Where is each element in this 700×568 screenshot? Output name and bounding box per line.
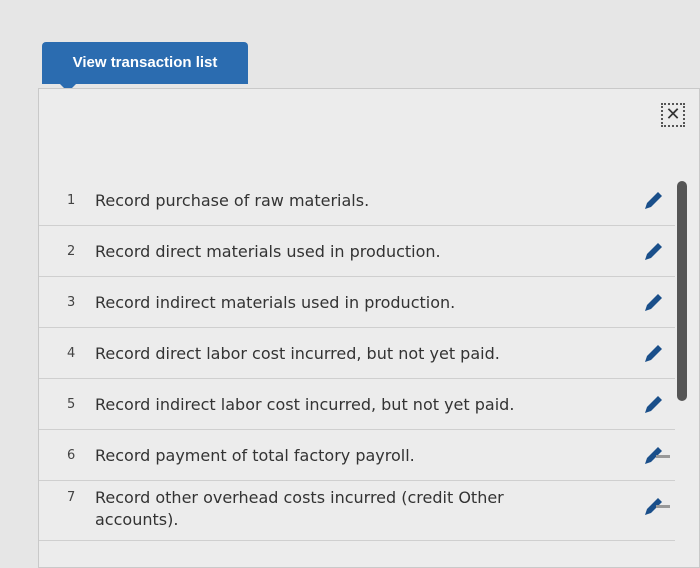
transaction-number: 1 bbox=[67, 193, 76, 208]
transaction-text: Record indirect materials used in produc… bbox=[95, 293, 456, 312]
transaction-number: 5 bbox=[67, 397, 76, 412]
pencil-icon[interactable] bbox=[641, 291, 665, 315]
vertical-scrollbar[interactable] bbox=[677, 181, 687, 401]
transaction-text: Record payment of total factory payroll. bbox=[95, 446, 415, 465]
pencil-icon[interactable] bbox=[641, 189, 665, 213]
transaction-text: Record direct labor cost incurred, but n… bbox=[95, 344, 500, 363]
edge-divider bbox=[656, 505, 670, 508]
transaction-number: 6 bbox=[67, 448, 76, 463]
edge-divider bbox=[656, 455, 670, 458]
list-item: 1 Record purchase of raw materials. bbox=[39, 175, 675, 226]
transaction-number: 4 bbox=[67, 346, 76, 361]
list-item: 6 Record payment of total factory payrol… bbox=[39, 430, 675, 481]
transaction-number: 3 bbox=[67, 295, 76, 310]
transaction-text: Record other overhead costs incurred (cr… bbox=[95, 488, 504, 529]
transaction-number: 7 bbox=[67, 490, 76, 505]
pencil-icon[interactable] bbox=[641, 393, 665, 417]
transaction-text: Record indirect labor cost incurred, but… bbox=[95, 395, 515, 414]
transaction-list: 1 Record purchase of raw materials. 2 Re… bbox=[39, 175, 675, 541]
transaction-text: Record purchase of raw materials. bbox=[95, 191, 370, 210]
list-item: 2 Record direct materials used in produc… bbox=[39, 226, 675, 277]
pencil-icon[interactable] bbox=[641, 342, 665, 366]
close-icon[interactable]: ✕ bbox=[661, 103, 685, 127]
list-item: 4 Record direct labor cost incurred, but… bbox=[39, 328, 675, 379]
pencil-icon[interactable] bbox=[641, 240, 665, 264]
list-item: 7 Record other overhead costs incurred (… bbox=[39, 481, 675, 541]
list-item: 5 Record indirect labor cost incurred, b… bbox=[39, 379, 675, 430]
transaction-list-panel: ✕ 1 Record purchase of raw materials. 2 … bbox=[38, 88, 700, 568]
view-transaction-list-tab[interactable]: View transaction list bbox=[42, 42, 248, 84]
transaction-text: Record direct materials used in producti… bbox=[95, 242, 441, 261]
list-item: 3 Record indirect materials used in prod… bbox=[39, 277, 675, 328]
transaction-number: 2 bbox=[67, 244, 76, 259]
